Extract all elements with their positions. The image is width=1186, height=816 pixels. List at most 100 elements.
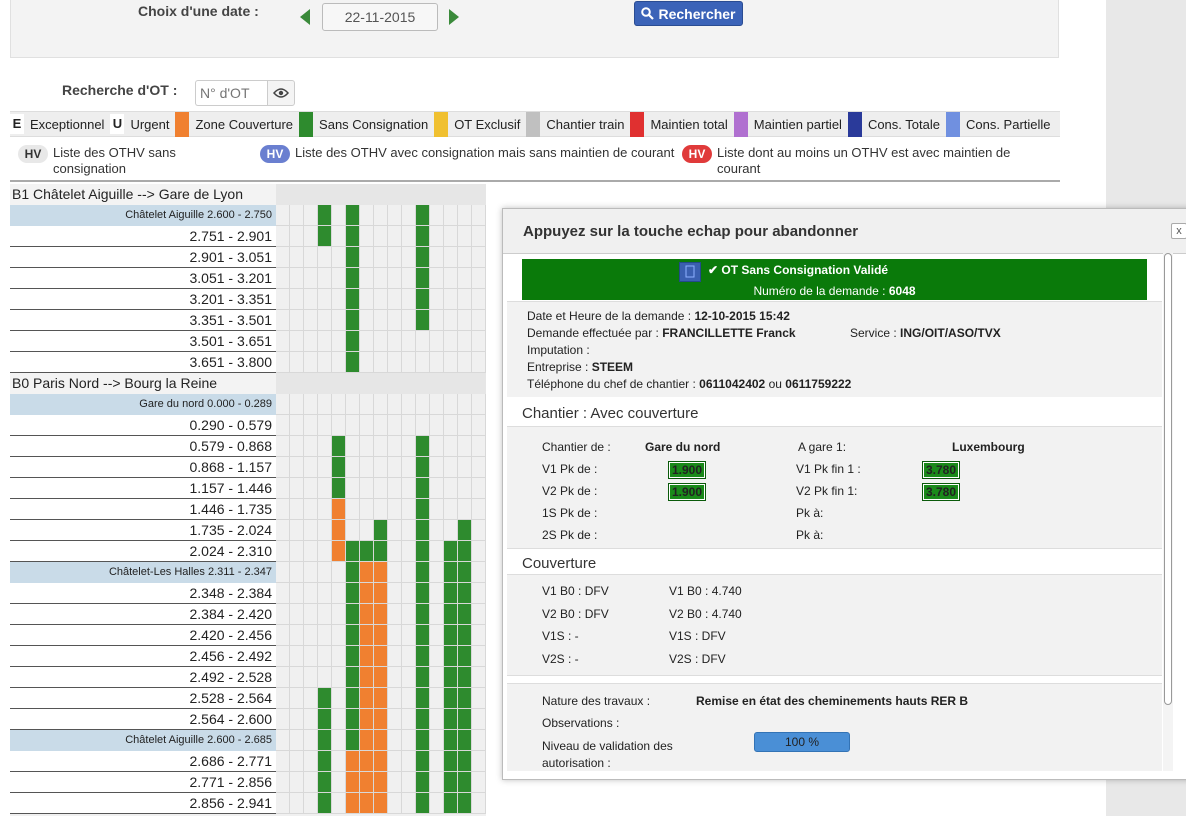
grid-cell[interactable] [276,394,290,415]
ot-cell-sans-consignation[interactable] [332,457,346,478]
ot-cell-sans-consignation[interactable] [458,520,472,541]
ot-cell-sans-consignation[interactable] [444,772,458,793]
grid-cell[interactable] [430,751,444,772]
grid-cell[interactable] [402,457,416,478]
grid-cell[interactable] [276,583,290,604]
ot-cell-sans-consignation[interactable] [444,751,458,772]
grid-cell[interactable] [416,415,430,436]
grid-cell[interactable] [318,541,332,562]
grid-cell[interactable] [346,436,360,457]
ot-cell-sans-consignation[interactable] [458,709,472,730]
ot-cell-sans-consignation[interactable] [346,352,360,373]
ot-cell-sans-consignation[interactable] [458,583,472,604]
grid-cell[interactable] [430,436,444,457]
ot-cell-sans-consignation[interactable] [346,205,360,226]
ot-cell-sans-consignation[interactable] [346,583,360,604]
grid-cell[interactable] [388,310,402,331]
grid-cell[interactable] [402,268,416,289]
grid-cell[interactable] [276,730,290,751]
grid-cell[interactable] [402,415,416,436]
grid-cell[interactable] [304,352,318,373]
grid-cell[interactable] [360,226,374,247]
grid-cell[interactable] [458,289,472,310]
grid-cell[interactable] [318,520,332,541]
ot-cell-zone-couverture[interactable] [360,709,374,730]
ot-cell-sans-consignation[interactable] [416,793,430,814]
grid-cell[interactable] [360,415,374,436]
grid-cell[interactable] [472,751,486,772]
scrollbar-thumb[interactable] [1164,253,1172,705]
grid-cell[interactable] [402,478,416,499]
grid-cell[interactable] [318,268,332,289]
grid-cell[interactable] [430,457,444,478]
grid-cell[interactable] [318,457,332,478]
ot-cell-sans-consignation[interactable] [318,730,332,751]
grid-cell[interactable] [430,772,444,793]
grid-cell[interactable] [304,205,318,226]
grid-cell[interactable] [290,583,304,604]
grid-cell[interactable] [332,247,346,268]
ot-cell-zone-couverture[interactable] [360,562,374,583]
grid-cell[interactable] [290,331,304,352]
ot-cell-sans-consignation[interactable] [416,646,430,667]
grid-cell[interactable] [332,772,346,793]
grid-cell[interactable] [290,625,304,646]
grid-cell[interactable] [304,751,318,772]
grid-cell[interactable] [346,520,360,541]
ot-cell-sans-consignation[interactable] [416,289,430,310]
ot-cell-sans-consignation[interactable] [416,520,430,541]
grid-cell[interactable] [402,352,416,373]
grid-cell[interactable] [402,205,416,226]
grid-cell[interactable] [444,457,458,478]
grid-cell[interactable] [430,709,444,730]
grid-cell[interactable] [276,541,290,562]
grid-cell[interactable] [360,436,374,457]
grid-cell[interactable] [472,583,486,604]
grid-cell[interactable] [304,541,318,562]
grid-cell[interactable] [318,562,332,583]
grid-cell[interactable] [304,667,318,688]
grid-cell[interactable] [318,310,332,331]
grid-cell[interactable] [388,562,402,583]
grid-cell[interactable] [472,772,486,793]
grid-cell[interactable] [430,415,444,436]
grid-cell[interactable] [472,688,486,709]
ot-cell-sans-consignation[interactable] [416,688,430,709]
previous-date-arrow-icon[interactable] [300,9,310,25]
grid-cell[interactable] [304,436,318,457]
grid-cell[interactable] [388,268,402,289]
grid-cell[interactable] [430,520,444,541]
grid-cell[interactable] [304,394,318,415]
grid-cell[interactable] [290,751,304,772]
grid-cell[interactable] [388,583,402,604]
ot-cell-sans-consignation[interactable] [346,667,360,688]
grid-cell[interactable] [290,289,304,310]
grid-cell[interactable] [318,352,332,373]
grid-cell[interactable] [388,730,402,751]
grid-cell[interactable] [332,394,346,415]
grid-cell[interactable] [472,289,486,310]
grid-cell[interactable] [388,709,402,730]
grid-cell[interactable] [388,289,402,310]
grid-cell[interactable] [374,310,388,331]
grid-cell[interactable] [458,415,472,436]
grid-cell[interactable] [290,730,304,751]
grid-cell[interactable] [290,478,304,499]
grid-cell[interactable] [402,730,416,751]
grid-cell[interactable] [402,289,416,310]
grid-cell[interactable] [472,793,486,814]
grid-cell[interactable] [430,604,444,625]
ot-cell-sans-consignation[interactable] [346,688,360,709]
grid-cell[interactable] [444,415,458,436]
ot-cell-zone-couverture[interactable] [332,499,346,520]
grid-cell[interactable] [332,289,346,310]
grid-cell[interactable] [402,583,416,604]
grid-cell[interactable] [304,478,318,499]
grid-cell[interactable] [276,205,290,226]
ot-cell-sans-consignation[interactable] [346,310,360,331]
grid-cell[interactable] [430,478,444,499]
ot-cell-zone-couverture[interactable] [374,583,388,604]
grid-cell[interactable] [360,310,374,331]
grid-cell[interactable] [304,604,318,625]
ot-cell-sans-consignation[interactable] [416,625,430,646]
